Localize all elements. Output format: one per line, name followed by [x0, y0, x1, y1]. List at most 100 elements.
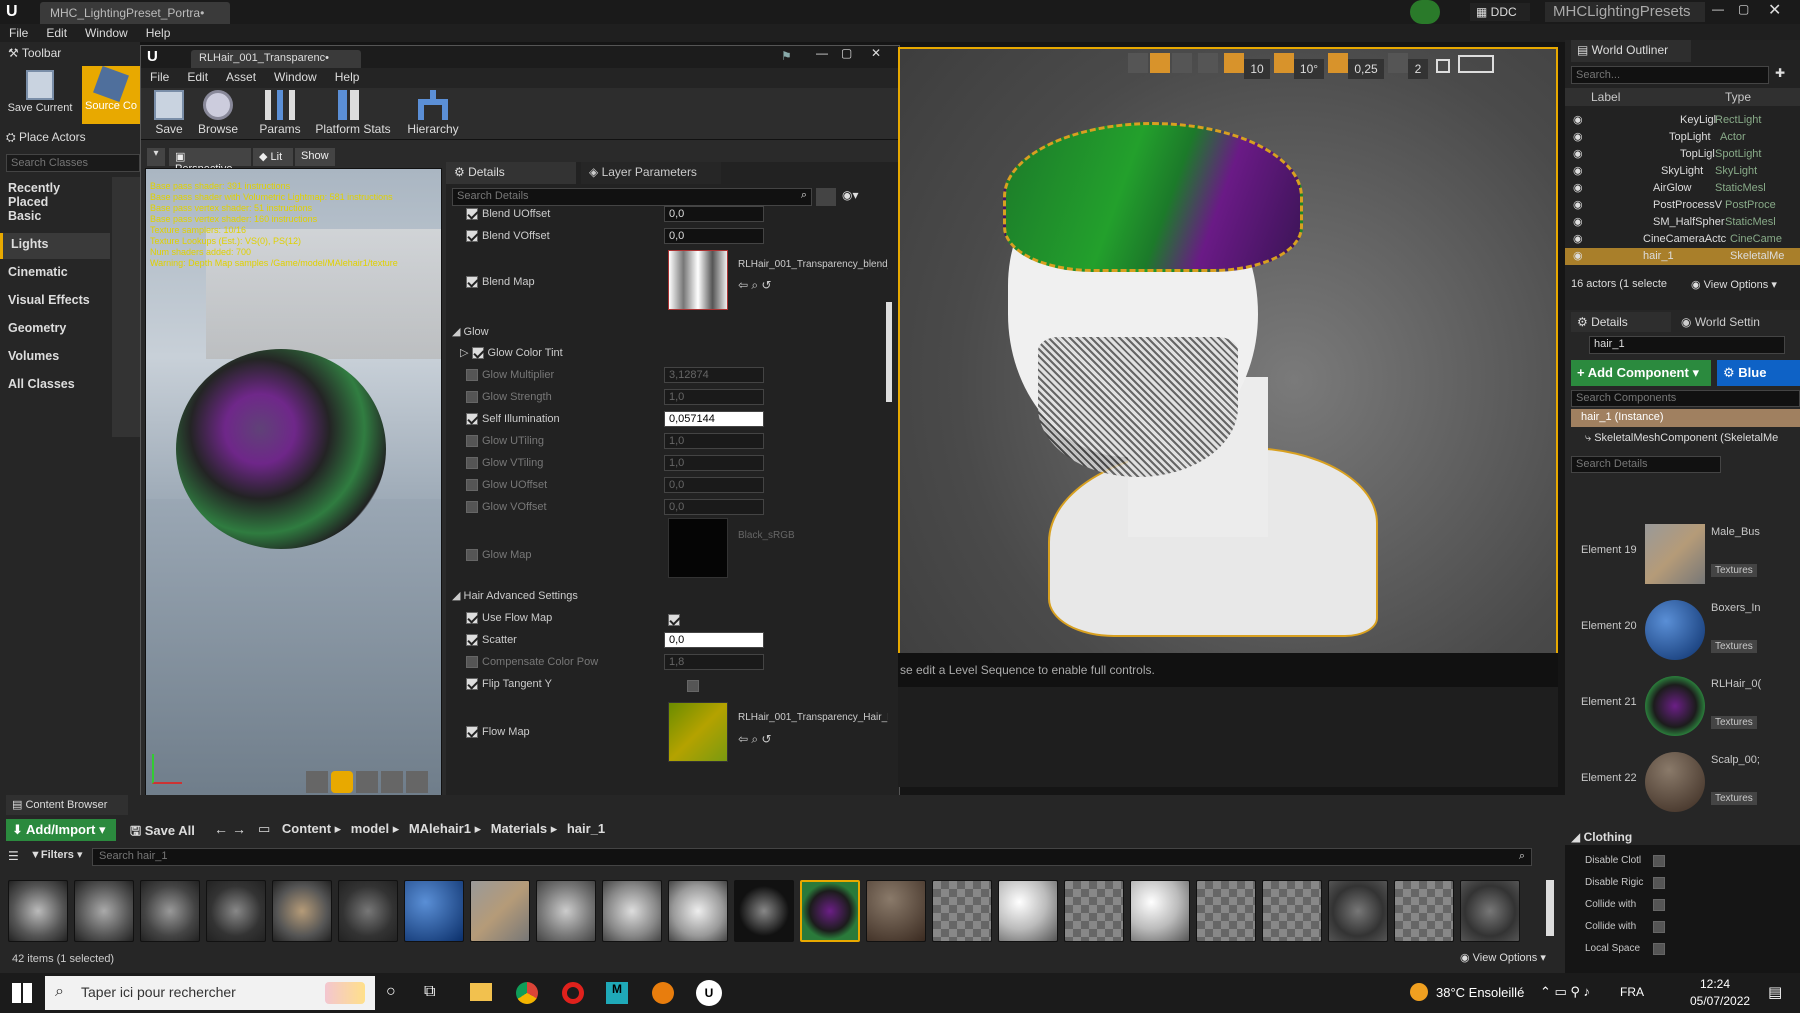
outliner-tab[interactable]: ▤ World Outliner: [1571, 40, 1691, 62]
clothing-row-checkbox[interactable]: [1653, 877, 1665, 889]
compensate-color-input[interactable]: 1,8: [664, 654, 764, 670]
asset-thumbnail[interactable]: [734, 880, 794, 942]
flow-map-checkbox[interactable]: [466, 726, 478, 739]
breadcrumb-content[interactable]: Content: [282, 821, 331, 836]
level-tab[interactable]: MHC_LightingPreset_Portra•: [40, 2, 230, 24]
med-menu-help[interactable]: Help: [335, 68, 360, 86]
asset-thumbnail[interactable]: [1262, 880, 1322, 942]
cube-shape-button[interactable]: [381, 771, 403, 793]
category-all-classes[interactable]: All Classes: [0, 373, 110, 399]
med-close-button[interactable]: ✕: [871, 46, 881, 60]
blend-map-thumbnail[interactable]: [668, 250, 728, 310]
details-tab-right[interactable]: ⚙ Details: [1571, 312, 1671, 332]
world-settings-tab[interactable]: ◉ World Settin: [1675, 312, 1800, 332]
blend-uoffset-input[interactable]: 0,0: [664, 206, 764, 222]
med-menu-window[interactable]: Window: [274, 68, 317, 86]
element-thumbnail[interactable]: [1645, 752, 1705, 812]
search-components-field[interactable]: Search Components: [1571, 390, 1800, 407]
asset-thumbnail[interactable]: [602, 880, 662, 942]
instance-row[interactable]: hair_1 (Instance): [1571, 409, 1800, 427]
outliner-row[interactable]: ◉ SkyLight SkyLight: [1565, 163, 1800, 180]
asset-thumbnail[interactable]: [206, 880, 266, 942]
eye-icon[interactable]: ◉: [1573, 146, 1583, 163]
filters-button[interactable]: ▼Filters ▾: [30, 848, 86, 866]
category-cinematic[interactable]: Cinematic: [0, 261, 110, 287]
med-menu-asset[interactable]: Asset: [226, 68, 256, 86]
element-material-name[interactable]: Scalp_00;: [1711, 754, 1760, 766]
source-control-icon[interactable]: [1410, 0, 1440, 24]
pin-icon[interactable]: ⚑: [781, 49, 792, 63]
category-recently-placed[interactable]: Recently Placed: [0, 177, 110, 209]
asset-thumbnail[interactable]: [74, 880, 134, 942]
med-minimize-button[interactable]: —: [816, 46, 828, 60]
material-tab[interactable]: RLHair_001_Transparenc•: [191, 50, 361, 68]
med-menu-edit[interactable]: Edit: [187, 68, 208, 86]
language-indicator[interactable]: FRA: [1620, 985, 1644, 999]
flow-map-asset-dropdown[interactable]: RLHair_001_Transparency_Hair_Flow: [738, 712, 888, 723]
outliner-row[interactable]: ◉ TopLight Actor: [1565, 129, 1800, 146]
glow-strength-checkbox[interactable]: [466, 391, 478, 404]
category-lights[interactable]: Lights: [0, 233, 110, 259]
history-forward-icon[interactable]: →: [232, 821, 246, 837]
asset-thumbnail[interactable]: [338, 880, 398, 942]
add-component-button[interactable]: + Add Component ▾: [1571, 360, 1711, 386]
clothing-row-checkbox[interactable]: [1653, 943, 1665, 955]
actor-name-field[interactable]: hair_1: [1589, 336, 1785, 354]
eye-icon[interactable]: ◉: [1573, 112, 1583, 129]
material-preview-viewport[interactable]: Base pass shader: 391 instructions Base …: [145, 168, 442, 798]
asset-thumbnail-selected[interactable]: [800, 880, 860, 942]
blend-voffset-input[interactable]: 0,0: [664, 228, 764, 244]
opera-icon[interactable]: [562, 982, 584, 1004]
asset-thumbnail[interactable]: [998, 880, 1058, 942]
category-geometry[interactable]: Geometry: [0, 317, 110, 343]
outliner-view-options[interactable]: ◉ View Options ▾: [1691, 278, 1777, 291]
asset-thumbnail[interactable]: [536, 880, 596, 942]
glow-utiling-checkbox[interactable]: [466, 435, 478, 448]
blend-voffset-checkbox[interactable]: [466, 230, 478, 243]
flip-tangent-value-checkbox[interactable]: [687, 679, 700, 692]
element-thumbnail[interactable]: [1645, 676, 1705, 736]
breadcrumb-hair1[interactable]: hair_1: [567, 821, 605, 836]
details-search-right[interactable]: Search Details: [1571, 456, 1721, 473]
breadcrumb-model[interactable]: model: [351, 821, 389, 836]
eye-icon[interactable]: ◉: [1573, 214, 1583, 231]
clothing-row-checkbox[interactable]: [1653, 855, 1665, 867]
perspective-button[interactable]: ▣ Perspective: [169, 148, 251, 175]
custom-mesh-button[interactable]: [406, 771, 428, 793]
content-browser-tab[interactable]: ▤ Content Browser: [6, 795, 128, 815]
outliner-row[interactable]: ◉ SM_HalfSpher StaticMesl: [1565, 214, 1800, 231]
search-classes-input[interactable]: [6, 154, 140, 172]
show-button[interactable]: Show: [295, 148, 335, 166]
category-volumes[interactable]: Volumes: [0, 345, 110, 371]
clock-date[interactable]: 05/07/2022: [1690, 994, 1750, 1008]
menu-help[interactable]: Help: [146, 24, 171, 42]
scatter-input[interactable]: 0,0: [664, 632, 764, 648]
weather-text[interactable]: 38°C Ensoleillé: [1436, 985, 1524, 1000]
preview-options-dropdown[interactable]: ▾: [147, 148, 165, 166]
clothing-row-checkbox[interactable]: [1653, 899, 1665, 911]
eye-icon[interactable]: ◉: [1573, 197, 1583, 214]
glow-uoffset-checkbox[interactable]: [466, 479, 478, 492]
compensate-color-checkbox[interactable]: [466, 656, 478, 669]
taskbar-search-field[interactable]: ⌕ Taper ici pour rechercher: [45, 976, 375, 1010]
outliner-row[interactable]: ◉ TopLigl SpotLight: [1565, 146, 1800, 163]
flow-map-use-icon[interactable]: ⇦ ⌕ ↺: [738, 732, 772, 747]
task-view-icon[interactable]: ○: [386, 983, 396, 1001]
outliner-row-selected[interactable]: ◉ hair_1 SkeletalMe: [1565, 248, 1800, 265]
asset-thumbnail[interactable]: [1130, 880, 1190, 942]
glow-color-tint-checkbox[interactable]: [471, 347, 484, 360]
eye-icon[interactable]: ◉: [1573, 163, 1583, 180]
asset-thumbnail[interactable]: [8, 880, 68, 942]
asset-thumbnail[interactable]: [404, 880, 464, 942]
glow-multiplier-checkbox[interactable]: [466, 369, 478, 382]
unreal-logo-icon[interactable]: U: [6, 3, 24, 21]
asset-thumbnail[interactable]: [272, 880, 332, 942]
content-view-options[interactable]: ◉ View Options ▾: [1460, 951, 1546, 964]
element-textures-dropdown[interactable]: Textures: [1711, 716, 1757, 729]
breadcrumb-materials[interactable]: Materials: [491, 821, 547, 836]
visibility-eye-icon[interactable]: ◉▾: [842, 188, 859, 202]
glow-utiling-input[interactable]: 1,0: [664, 433, 764, 449]
asset-thumbnail[interactable]: [140, 880, 200, 942]
hierarchy-tool-button[interactable]: Hierarchy: [403, 90, 463, 136]
file-explorer-icon[interactable]: [470, 983, 492, 1001]
